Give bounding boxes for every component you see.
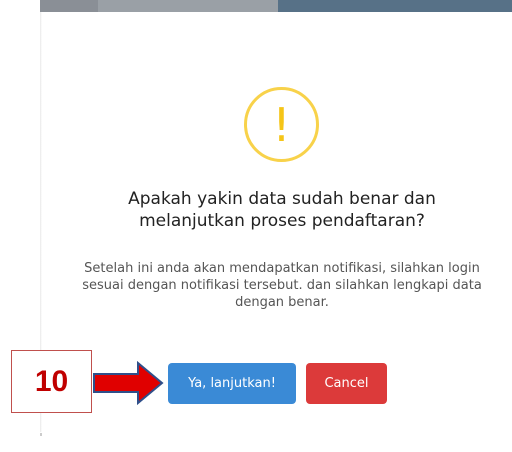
top-bar-segment xyxy=(40,0,98,12)
exclamation-glyph: ! xyxy=(272,97,291,152)
confirm-button[interactable]: Ya, lanjutkan! xyxy=(168,363,296,404)
dialog-message: Setelah ini anda akan mendapatkan notifi… xyxy=(82,261,482,310)
exclamation-icon: ! xyxy=(244,87,319,162)
step-number-box: 10 xyxy=(11,350,92,413)
page: ! Apakah yakin data sudah benar dan mela… xyxy=(0,0,512,452)
dialog-title: Apakah yakin data sudah benar dan melanj… xyxy=(128,189,436,231)
dialog-edge-mark xyxy=(40,433,42,436)
cancel-button[interactable]: Cancel xyxy=(306,363,387,404)
arrow-right-icon xyxy=(93,360,164,406)
top-bar-segment xyxy=(278,0,512,12)
top-bar-segment xyxy=(98,0,278,12)
top-bar xyxy=(40,0,512,12)
step-number: 10 xyxy=(34,364,69,398)
